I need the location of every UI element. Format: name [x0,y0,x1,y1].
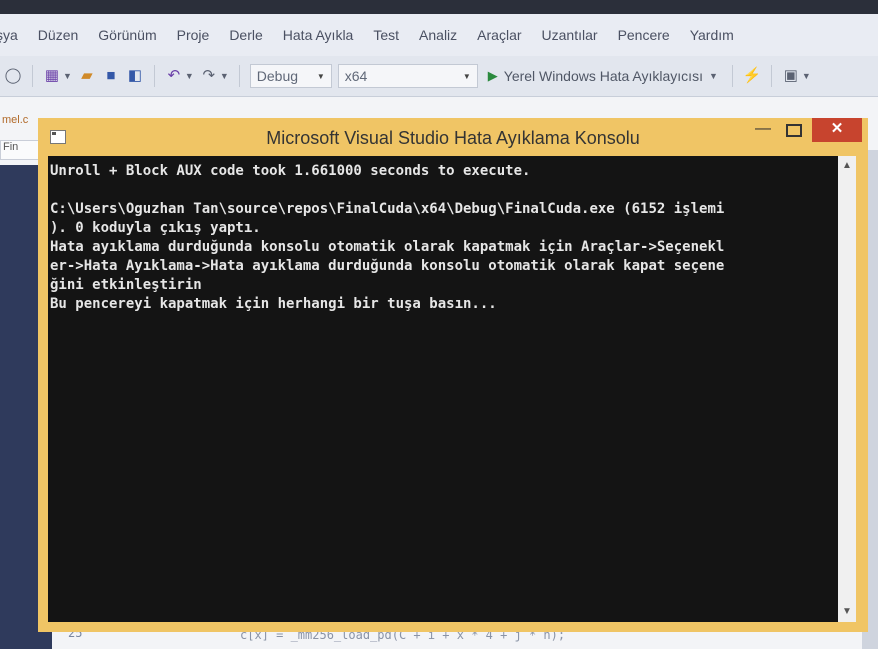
redo-icon[interactable]: ↷ [200,67,218,85]
menu-build[interactable]: Derle [219,27,272,43]
maximize-button[interactable] [780,118,808,142]
minimize-button[interactable]: — [750,118,776,142]
menu-window[interactable]: Pencere [608,27,680,43]
menu-bar: şya Düzen Görünüm Proje Derle Hata Ayıkl… [0,14,878,56]
save-icon[interactable]: ■ [102,67,120,85]
play-icon: ▶ [487,68,498,83]
menu-extensions[interactable]: Uzantılar [532,27,608,43]
chevron-down-icon[interactable]: ▼ [220,71,229,81]
toolbar: ◯ ▦ ▼ ▰ ■ ◧ ↶ ▼ ↷ ▼ Debug ▼ x64 ▼ ▶ Yere… [0,56,878,97]
undo-icon[interactable]: ↶ [165,67,183,85]
toolbar-separator [32,65,33,87]
save-all-icon[interactable]: ◧ [126,67,144,85]
scroll-up-icon[interactable]: ▲ [838,158,856,174]
debug-console-window: Microsoft Visual Studio Hata Ayıklama Ko… [38,118,868,632]
start-debugger-button[interactable]: ▶ Yerel Windows Hata Ayıklayıcısı ▼ [484,68,722,84]
chevron-down-icon: ▼ [316,71,325,81]
toolbar-separator [770,65,772,87]
chevron-down-icon[interactable]: ▼ [63,71,72,81]
hot-reload-icon[interactable]: ⚡ [743,67,762,85]
toolbar-separator [153,65,155,87]
navigate-back-icon[interactable]: ◯ [4,67,22,85]
chevron-down-icon[interactable]: ▼ [802,71,811,81]
new-project-icon[interactable]: ▦ [43,67,61,85]
menu-analyze[interactable]: Analiz [409,27,467,43]
console-title: Microsoft Visual Studio Hata Ayıklama Ko… [266,128,640,148]
platform-value: x64 [344,68,368,84]
menu-file[interactable]: şya [0,27,28,43]
menu-edit[interactable]: Düzen [28,27,88,43]
menu-project[interactable]: Proje [167,27,220,43]
menu-help[interactable]: Yardım [680,27,744,43]
debugger-label: Yerel Windows Hata Ayıklayıcısı [503,68,703,84]
menu-debug[interactable]: Hata Ayıkla [273,27,364,43]
console-scrollbar[interactable]: ▲ ▼ [838,156,856,622]
menu-tools[interactable]: Araçlar [467,27,531,43]
scroll-down-icon[interactable]: ▼ [838,604,856,620]
title-strip [0,0,878,14]
console-output-area[interactable]: Unroll + Block AUX code took 1.661000 se… [48,156,856,622]
screenshot-icon[interactable]: ▣ [782,67,800,85]
menu-view[interactable]: Görünüm [88,27,166,43]
configuration-value: Debug [256,68,299,84]
open-folder-icon[interactable]: ▰ [78,67,96,85]
configuration-select[interactable]: Debug ▼ [249,64,332,88]
maximize-icon [786,124,802,137]
chevron-down-icon: ▼ [708,71,718,81]
chevron-down-icon: ▼ [462,71,471,81]
close-button[interactable]: ✕ [812,118,862,142]
chevron-down-icon[interactable]: ▼ [185,71,194,81]
toolbar-separator [731,65,733,87]
platform-select[interactable]: x64 ▼ [337,64,478,88]
console-title-bar[interactable]: Microsoft Visual Studio Hata Ayıklama Ko… [38,118,868,156]
menu-test[interactable]: Test [363,27,409,43]
toolbar-separator [238,65,240,87]
console-output: Unroll + Block AUX code took 1.661000 se… [50,163,725,312]
